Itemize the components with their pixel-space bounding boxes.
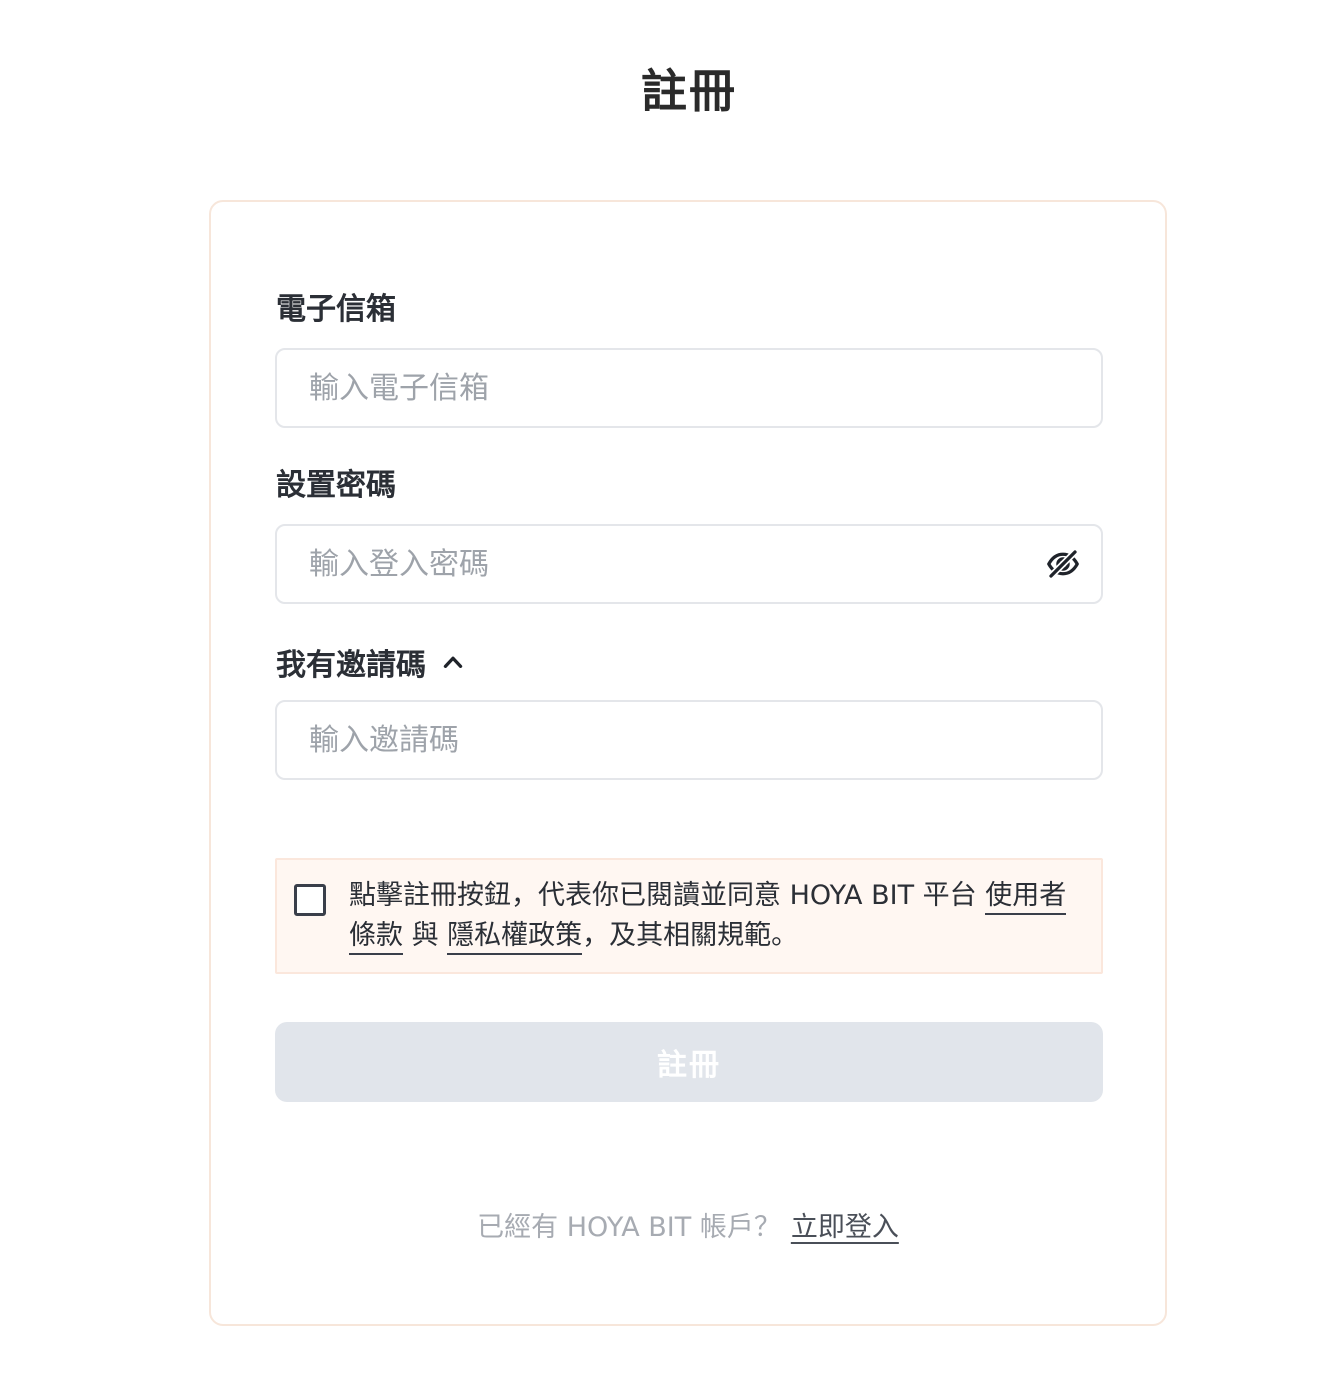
register-button[interactable]: 註冊	[275, 1022, 1103, 1102]
terms-prefix: 點擊註冊按鈕，代表你已閱讀並同意 HOYA BIT 平台	[349, 880, 986, 911]
register-card: 電子信箱 設置密碼 我有邀請碼 點擊註冊按鈕，代表你已閱讀並同意 HOYA BI…	[209, 200, 1167, 1326]
terms-connector: 與	[403, 920, 448, 951]
password-field-container	[275, 524, 1103, 604]
invite-code-label: 我有邀請碼	[276, 648, 426, 683]
invite-code-field[interactable]	[309, 702, 1009, 778]
login-prompt-text: 已經有 HOYA BIT 帳戶？	[477, 1212, 781, 1243]
email-label: 電子信箱	[276, 292, 396, 327]
email-field[interactable]	[309, 350, 1009, 426]
terms-suffix: ，及其相關規範。	[582, 920, 799, 951]
login-link[interactable]: 立即登入	[791, 1212, 899, 1243]
chevron-up-icon	[443, 656, 463, 668]
page-title: 註冊	[641, 64, 737, 118]
terms-text: 點擊註冊按鈕，代表你已閱讀並同意 HOYA BIT 平台 使用者條款 與 隱私權…	[349, 876, 1089, 956]
privacy-policy-link[interactable]: 隱私權政策	[447, 920, 583, 955]
eye-slash-icon[interactable]	[1045, 546, 1081, 582]
invite-field-container	[275, 700, 1103, 780]
terms-agreement: 點擊註冊按鈕，代表你已閱讀並同意 HOYA BIT 平台 使用者條款 與 隱私權…	[275, 858, 1103, 974]
email-field-container	[275, 348, 1103, 428]
invite-code-toggle[interactable]: 我有邀請碼	[276, 642, 466, 683]
password-field[interactable]	[309, 526, 1009, 602]
terms-checkbox[interactable]	[294, 884, 326, 916]
password-label: 設置密碼	[276, 468, 396, 503]
login-prompt: 已經有 HOYA BIT 帳戶？ 立即登入	[211, 1208, 1165, 1248]
